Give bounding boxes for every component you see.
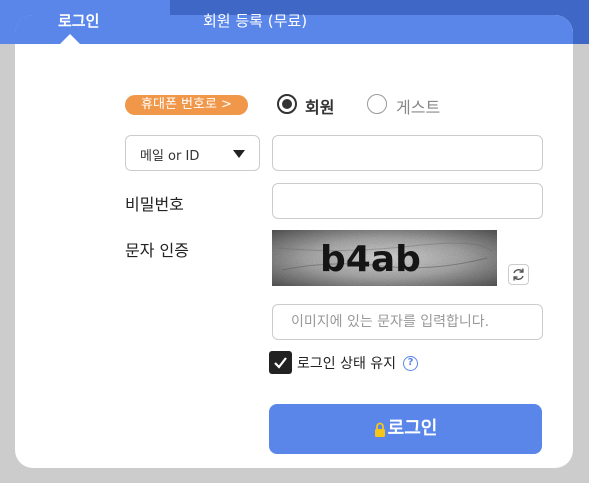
id-input[interactable] (272, 135, 543, 171)
refresh-icon (513, 268, 524, 281)
triangle-down-icon (233, 150, 245, 158)
keep-login-checkbox[interactable] (269, 351, 292, 374)
id-type-select-value: 메일 or ID (140, 149, 200, 164)
active-tab-indicator (60, 34, 80, 44)
refresh-captcha-button[interactable] (508, 264, 529, 285)
keep-login-label[interactable]: 로그인 상태 유지 (297, 353, 396, 373)
check-icon (274, 357, 287, 369)
login-button[interactable]: 로그인 (269, 404, 542, 454)
captcha-input[interactable] (272, 304, 543, 340)
captcha-label: 문자 인증 (125, 241, 189, 260)
guest-radio-label[interactable]: 게스트 (396, 94, 440, 118)
password-input[interactable] (272, 183, 543, 219)
login-button-label: 로그인 (387, 418, 438, 439)
tab-login[interactable]: 로그인 (58, 10, 99, 31)
captcha-text: b4ab (320, 239, 421, 280)
member-radio[interactable] (277, 94, 297, 114)
captcha-image: b4ab (272, 230, 497, 286)
question-icon[interactable]: ? (403, 356, 418, 371)
tab-register[interactable]: 회원 등록 (무료) (203, 10, 307, 31)
phone-login-button[interactable]: 휴대폰 번호로 > (125, 95, 248, 115)
panel-body-top (15, 44, 573, 64)
id-type-select[interactable]: 메일 or ID (125, 135, 260, 171)
guest-radio[interactable] (367, 94, 387, 114)
lock-icon (374, 422, 385, 437)
password-label: 비밀번호 (125, 195, 184, 214)
member-radio-label[interactable]: 회원 (305, 94, 334, 118)
